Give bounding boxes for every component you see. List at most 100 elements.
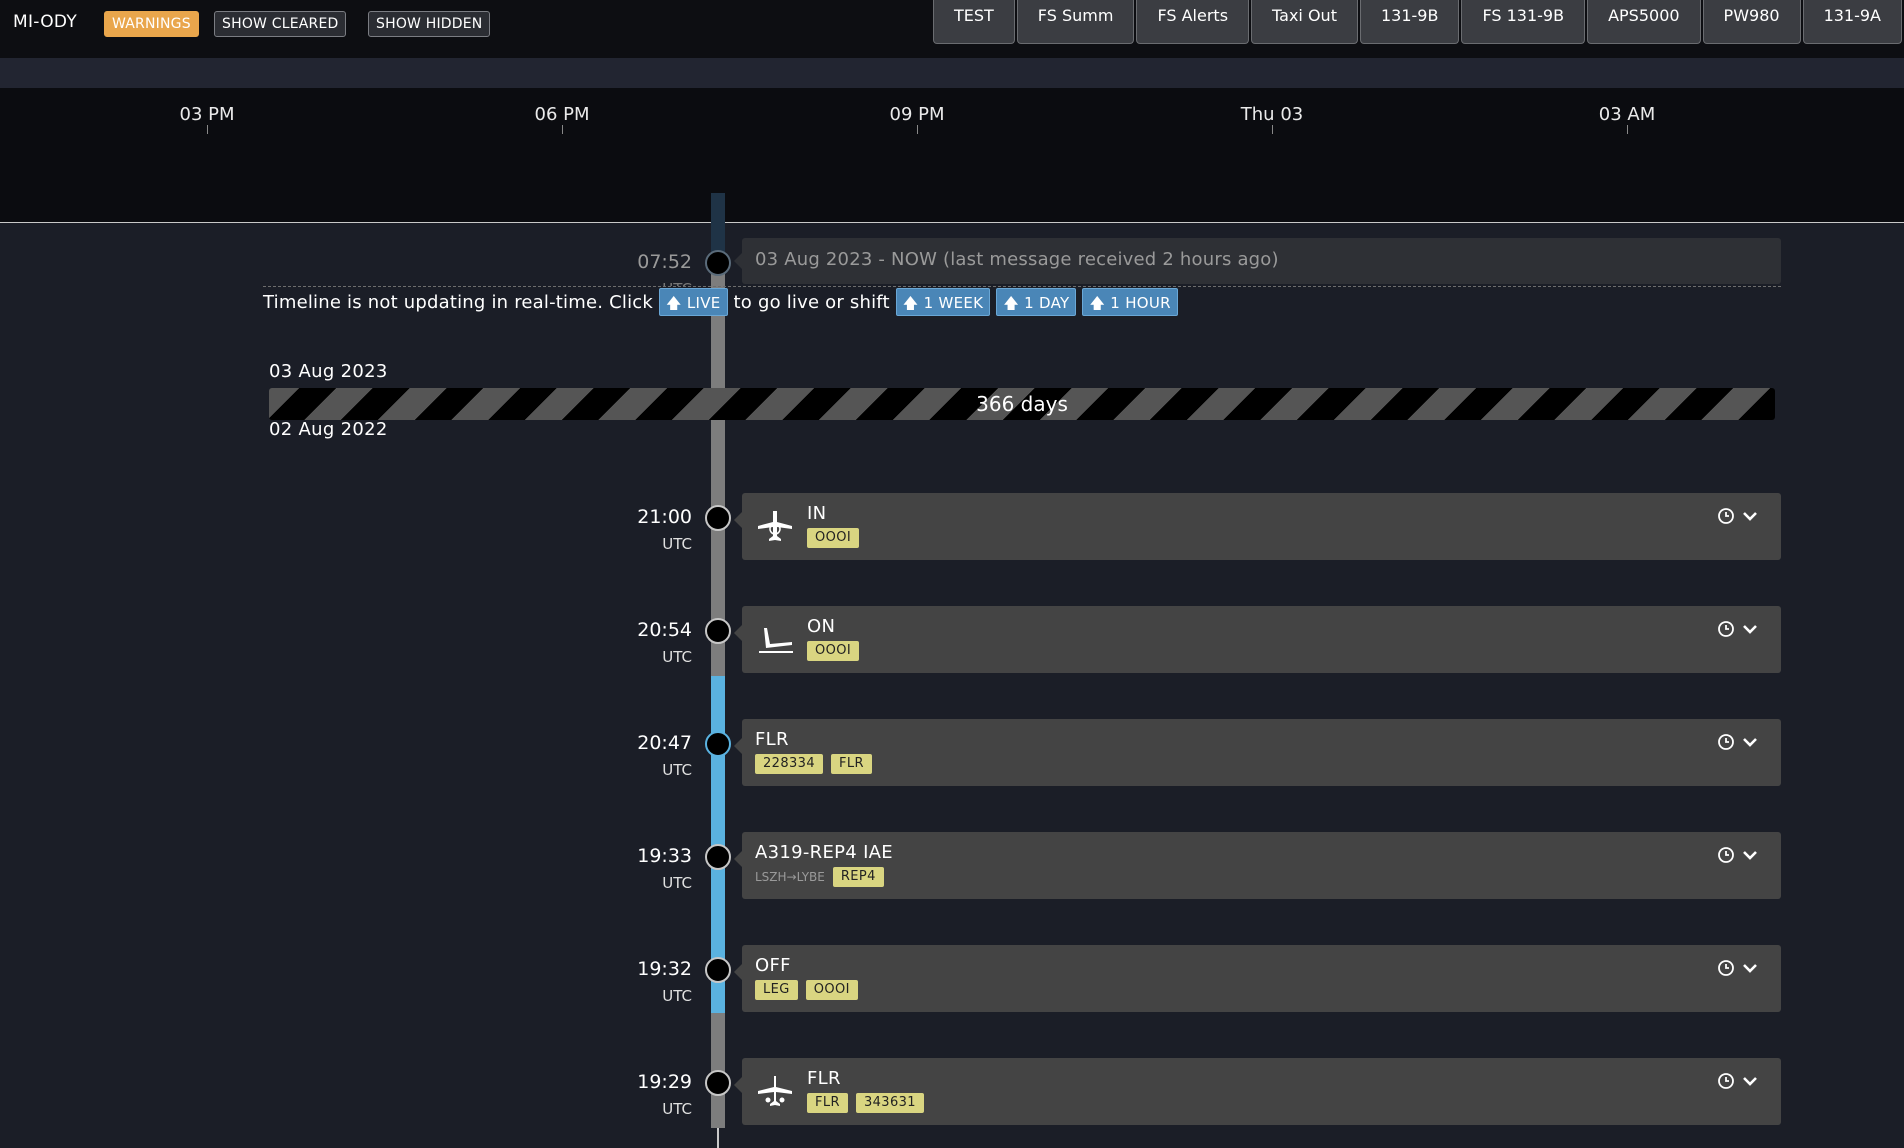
event-timezone: UTC [662, 535, 692, 553]
tab-taxi-out[interactable]: Taxi Out [1251, 0, 1358, 44]
plane-parked-icon: P [758, 511, 792, 541]
event-time-block: 20:47 UTC [637, 732, 692, 781]
axis-tick-mark [207, 125, 208, 134]
clock-icon[interactable] [1717, 1072, 1735, 1090]
clock-icon[interactable] [1717, 846, 1735, 864]
event-time: 19:32 [637, 958, 692, 980]
tab-test[interactable]: TEST [932, 0, 1015, 44]
shift-day-label: 1 DAY [1024, 294, 1070, 312]
timeline-cursor [711, 193, 725, 223]
plane-fault-icon [758, 1076, 792, 1106]
show-hidden-button[interactable]: SHOW HIDDEN [368, 11, 491, 37]
event-tag: 343631 [855, 1093, 924, 1113]
axis-tick-label: 03 PM [179, 104, 235, 125]
chevron-down-icon[interactable] [1741, 507, 1759, 525]
event-tag: REP4 [832, 867, 884, 887]
event-tag: OOOI [807, 641, 860, 661]
event-time: 19:33 [637, 845, 692, 867]
clock-icon[interactable] [1717, 959, 1735, 977]
warnings-filter-button[interactable]: WARNINGS [104, 11, 199, 37]
timeline-rail-tail [717, 1128, 719, 1148]
realtime-notice: Timeline is not updating in real-time. C… [263, 287, 1178, 317]
tab-fs-131-9b[interactable]: FS 131-9B [1461, 0, 1586, 44]
timeline-node[interactable] [705, 731, 731, 757]
axis-tick-label: 09 PM [889, 104, 945, 125]
event-card[interactable]: P IN OOOI [734, 493, 1781, 560]
event-timezone: UTC [662, 987, 692, 1005]
go-live-button[interactable]: 🡅 LIVE [659, 288, 728, 316]
arrow-up-icon: 🡅 [1003, 294, 1020, 312]
event-title: ON [807, 616, 836, 637]
axis-tick-mark [562, 125, 563, 134]
timeline-node[interactable] [705, 1070, 731, 1096]
shift-day-button[interactable]: 🡅 1 DAY [996, 288, 1077, 316]
axis-tick-label: 06 PM [534, 104, 590, 125]
timeline-node[interactable] [705, 844, 731, 870]
event-card[interactable]: OFF LEG OOOI [734, 945, 1781, 1012]
go-live-label: LIVE [686, 294, 721, 312]
dashboard-tabs: TEST FS Summ FS Alerts Taxi Out 131-9B F… [932, 0, 1904, 44]
clock-icon[interactable] [1717, 507, 1735, 525]
event-tag: 228334 [755, 754, 824, 774]
event-title: A319-REP4 IAE [755, 842, 893, 863]
plane-landing-icon [759, 628, 793, 653]
clock-icon[interactable] [1717, 733, 1735, 751]
timeline-node[interactable] [705, 505, 731, 531]
event-title: FLR [807, 1068, 841, 1089]
tab-aps5000[interactable]: APS5000 [1587, 0, 1701, 44]
event-controls [1717, 959, 1759, 977]
event-card[interactable]: FLR 228334 FLR [734, 719, 1781, 786]
chevron-down-icon[interactable] [1741, 733, 1759, 751]
event-time: 19:29 [637, 1071, 692, 1093]
event-controls [1717, 733, 1759, 751]
header-band [0, 58, 1904, 88]
axis-tick-mark [917, 125, 918, 134]
event-tag: LEG [755, 980, 798, 1000]
tab-fs-summ[interactable]: FS Summ [1016, 0, 1135, 44]
chevron-down-icon[interactable] [1741, 1072, 1759, 1090]
now-time: 07:52 UTC [637, 251, 692, 286]
event-time-block: 19:29 UTC [637, 1071, 692, 1120]
notice-text: to go live or shift [733, 291, 890, 313]
shift-hour-button[interactable]: 🡅 1 HOUR [1082, 288, 1178, 316]
event-time: 20:54 [637, 619, 692, 641]
top-bar: MI-ODY WARNINGS SHOW CLEARED SHOW HIDDEN… [0, 0, 1904, 58]
timeline-node[interactable] [705, 250, 731, 276]
event-card[interactable]: A319-REP4 IAE LSZH→LYBE REP4 [734, 832, 1781, 899]
shift-hour-label: 1 HOUR [1110, 294, 1171, 312]
event-time: 21:00 [637, 506, 692, 528]
event-time-block: 21:00 UTC [637, 506, 692, 555]
event-tags: FLR 343631 [807, 1093, 924, 1113]
event-tags: 228334 FLR [755, 754, 872, 774]
event-time-block: 19:33 UTC [637, 845, 692, 894]
svg-text:P: P [773, 526, 777, 534]
tab-131-9b[interactable]: 131-9B [1359, 0, 1460, 44]
clock-icon[interactable] [1717, 620, 1735, 638]
tab-pw980[interactable]: PW980 [1702, 0, 1801, 44]
now-card[interactable]: 03 Aug 2023 - NOW (last message received… [734, 238, 1781, 284]
event-controls [1717, 846, 1759, 864]
show-cleared-button[interactable]: SHOW CLEARED [214, 11, 347, 37]
tab-131-9a[interactable]: 131-9A [1802, 0, 1902, 44]
arrow-up-icon: 🡅 [902, 294, 919, 312]
event-tag: FLR [831, 754, 872, 774]
tab-fs-alerts[interactable]: FS Alerts [1136, 0, 1250, 44]
now-status-text: 03 Aug 2023 - NOW (last message received… [755, 249, 1279, 270]
event-card[interactable]: FLR FLR 343631 [734, 1058, 1781, 1125]
chevron-down-icon[interactable] [1741, 959, 1759, 977]
event-card[interactable]: ON OOOI [734, 606, 1781, 673]
shift-week-button[interactable]: 🡅 1 WEEK [895, 288, 991, 316]
timeline-node[interactable] [705, 618, 731, 644]
event-tags: LEG OOOI [755, 980, 858, 1000]
axis-tick-label: 03 AM [1598, 104, 1656, 125]
chevron-down-icon[interactable] [1741, 846, 1759, 864]
event-tags: LSZH→LYBE REP4 [755, 867, 884, 887]
timeline-node[interactable] [705, 957, 731, 983]
event-timezone: UTC [637, 278, 692, 286]
arrow-up-icon: 🡅 [666, 294, 682, 312]
axis-tick-label: Thu 03 [1240, 104, 1304, 125]
event-time-block: 19:32 UTC [637, 958, 692, 1007]
event-title: IN [807, 503, 827, 524]
axis-tick-mark [1627, 125, 1628, 134]
chevron-down-icon[interactable] [1741, 620, 1759, 638]
